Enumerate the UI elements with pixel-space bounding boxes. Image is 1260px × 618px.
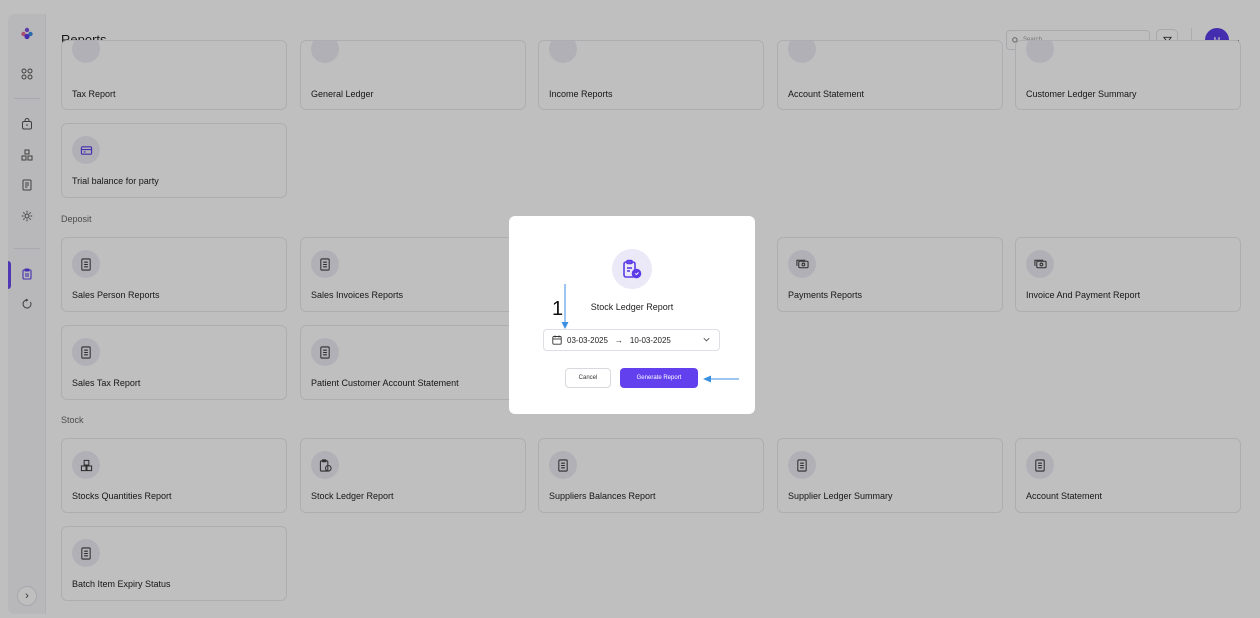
stock-ledger-modal: Stock Ledger Report 03-03-2025 → 10-03-2… bbox=[509, 216, 755, 414]
generate-report-button[interactable]: Generate Report bbox=[620, 368, 698, 388]
calendar-icon bbox=[552, 335, 562, 345]
date-range-picker[interactable]: 03-03-2025 → 10-03-2025 bbox=[543, 329, 720, 351]
modal-title: Stock Ledger Report bbox=[590, 302, 674, 312]
arrow-right-icon: → bbox=[614, 335, 623, 345]
cancel-button[interactable]: Cancel bbox=[565, 368, 611, 388]
clipboard-box-icon bbox=[612, 249, 652, 289]
date-from[interactable]: 03-03-2025 bbox=[567, 336, 608, 345]
date-to[interactable]: 10-03-2025 bbox=[630, 336, 671, 345]
annotation-step-number: 1 bbox=[552, 298, 564, 320]
chevron-down-icon[interactable] bbox=[702, 335, 711, 344]
